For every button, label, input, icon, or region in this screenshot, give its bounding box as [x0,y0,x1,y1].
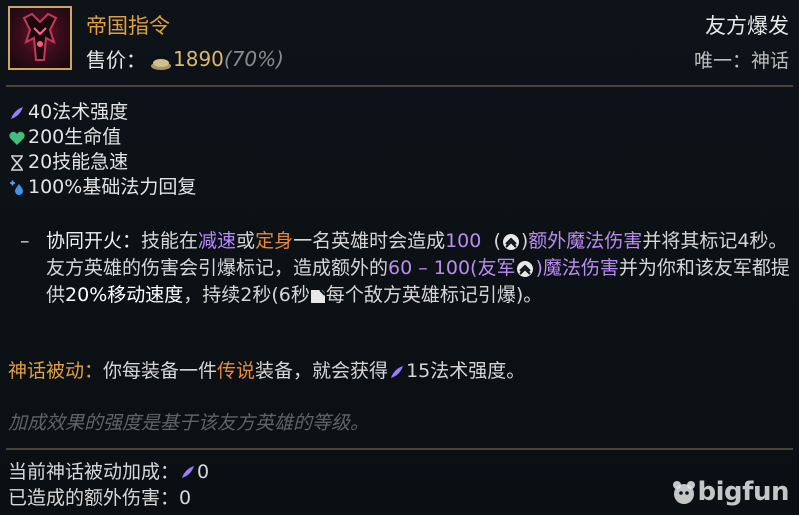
scaling-note: 加成效果的强度是基于该友方英雄的等级。 [8,412,370,434]
price-label: 售价： [86,48,146,72]
health-heart-icon [9,131,25,145]
mythic-passive: 神话被动：你每装备一件传说装备，就会获得 15法术强度。 [8,358,525,385]
stat-row: 100%基础法力回复 [8,175,196,200]
item-icon [8,6,72,70]
price-value: 1890 [173,46,224,71]
watermark-text: bigfun [697,477,790,507]
mythic-ap-bonus: 15法术强度。 [406,360,526,382]
damage-range: ) [535,257,543,279]
passive-text: 每个敌方英雄标记引爆)。 [325,284,543,306]
extra-damage-value: 0 [179,487,192,509]
mythic-bonus-label: 当前神话被动加成： [8,461,180,483]
bullet-dash: – [20,230,30,252]
passive-description: – 协同开火：技能在减速或定身一名英雄时会造成100 ()额外魔法伤害并将其标记… [20,228,790,309]
passive-text: ( [493,230,501,252]
damage-value: 100 [445,230,482,252]
keyword-slow: 减速 [198,230,237,252]
price-percent: (70%) [223,46,284,71]
passive-text: 或 [236,230,256,252]
divider [6,85,793,87]
passive-text: 一名英雄时会造成 [293,230,446,252]
stat-row: 200生命值 [8,125,196,150]
keyword-magic-damage: 魔法伤害 [542,257,619,279]
item-tooltip: 帝国指令 售价： 1890 (70%) 友方爆发 唯一：神话 40法术强度 20… [0,0,799,515]
level-scaling-icon [517,260,534,277]
stat-text: 200生命值 [28,126,122,148]
mythic-bonus-value: 0 [197,461,210,483]
mana-regen-icon [10,180,23,195]
mythic-text: 你每装备一件 [103,360,218,382]
passive-name: 协同开火： [46,230,142,252]
keyword-legendary: 传说 [217,360,256,382]
divider [6,448,793,450]
cooldown-icon [310,288,326,303]
mythic-label: 神话被动： [8,360,104,382]
passive-text: ，持续2秒(6秒 [183,284,310,306]
stat-text: 100%基础法力回复 [28,176,197,198]
keyword-move-speed: 20%移动速度 [65,284,184,306]
damage-range: 60 – 100(友军 [388,257,516,279]
footer-row: 已造成的额外伤害： 0 [8,485,209,511]
footer-stats: 当前神话被动加成： 0 已造成的额外伤害： 0 [8,459,209,511]
stat-row: 40法术强度 [8,100,196,125]
stat-row: 20技能急速 [8,150,196,175]
keyword-stun: 定身 [255,230,294,252]
ability-power-icon [182,466,195,478]
extra-damage-label: 已造成的额外伤害： [8,487,180,509]
mythic-text: 装备，就会获得 [255,360,389,382]
stat-text: 20技能急速 [28,151,129,173]
bigfun-logo-icon [672,481,695,504]
bigfun-watermark: bigfun [670,477,790,507]
ability-power-icon [391,365,404,378]
price-row: 售价： 1890 (70%) [86,44,284,73]
keyword-magic-damage: 额外魔法伤害 [528,230,643,252]
passive-text: 技能在 [141,230,199,252]
ability-power-icon [11,106,23,119]
ability-haste-icon [11,154,23,171]
footer-row: 当前神话被动加成： 0 [8,459,209,485]
level-scaling-icon [502,233,519,250]
gold-coin-icon [150,52,172,70]
stats-list: 40法术强度 200生命值 20技能急速 100%基础法力回复 [8,100,196,200]
item-category: 友方爆发 [705,14,789,38]
item-title: 帝国指令 [86,14,170,38]
item-unique-tag: 唯一：神话 [693,50,789,72]
stat-text: 40法术强度 [28,101,129,123]
